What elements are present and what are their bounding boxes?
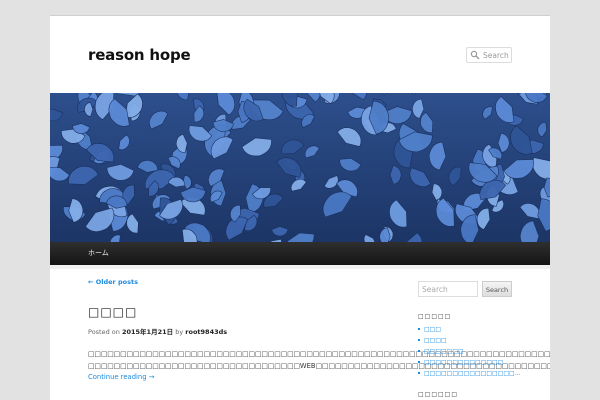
widget-link[interactable]: □□□□□□□□□□□□□□□□…	[418, 368, 528, 379]
post-meta: Posted on 2015年1月21日 by root9843ds	[88, 326, 388, 336]
page: reason hope Search ホーム ← Older posts □□□…	[50, 15, 550, 400]
main-content: ← Older posts □□□□ Posted on 2015年1月21日 …	[88, 278, 550, 384]
post-author-link[interactable]: root9843ds	[185, 328, 227, 336]
sidebar-search-button[interactable]: Search	[482, 281, 512, 297]
continue-reading-link[interactable]: Continue reading →	[88, 373, 154, 381]
widget-link[interactable]: □□□□□□□□□□□□□□	[418, 357, 528, 368]
excerpt-paragraph-2: □□□□□□□□□□□□□□□□□□□□□□□□□□□□□□□□□WEB□□□□…	[88, 361, 550, 384]
sidebar-search-input[interactable]: Search	[418, 281, 478, 297]
post-excerpt: □□□□□□□□□□□□□□□□□□□□□□□□□□□□□□□□□□□□□□□□…	[88, 349, 550, 384]
header-banner-image	[50, 93, 550, 242]
widget-title-recent: □□□□□	[418, 313, 452, 320]
menu-item-home[interactable]: ホーム	[88, 248, 109, 258]
post-date-link[interactable]: 2015年1月21日	[122, 328, 173, 336]
widget-link[interactable]: □□□□□□□	[418, 346, 528, 357]
widget-title-second: □□□□□□	[418, 391, 459, 398]
search-icon	[470, 50, 480, 60]
older-posts-link[interactable]: ← Older posts	[88, 278, 388, 286]
header-search-input[interactable]: Search	[483, 51, 509, 60]
excerpt-paragraph-1: □□□□□□□□□□□□□□□□□□□□□□□□□□□□□□□□□□□□□□□□…	[88, 350, 550, 358]
site-title[interactable]: reason hope	[88, 46, 191, 64]
meta-prefix: Posted on	[88, 328, 120, 336]
header-search[interactable]: Search	[466, 47, 512, 63]
meta-by: by	[175, 328, 184, 336]
main-navigation: ホーム	[50, 242, 550, 265]
widget-list-recent: □□□ □□□□ □□□□□□□ □□□□□□□□□□□□□□ □□□□□□□□…	[418, 324, 528, 379]
nav-divider	[50, 265, 550, 269]
sidebar-search: Search Search	[418, 281, 528, 297]
widget-link[interactable]: □□□□	[418, 335, 528, 346]
sidebar: Search Search □□□□□ □□□ □□□□ □□□□□□□ □□□…	[418, 281, 528, 398]
widget-link[interactable]: □□□	[418, 324, 528, 335]
post-title[interactable]: □□□□	[88, 305, 388, 319]
